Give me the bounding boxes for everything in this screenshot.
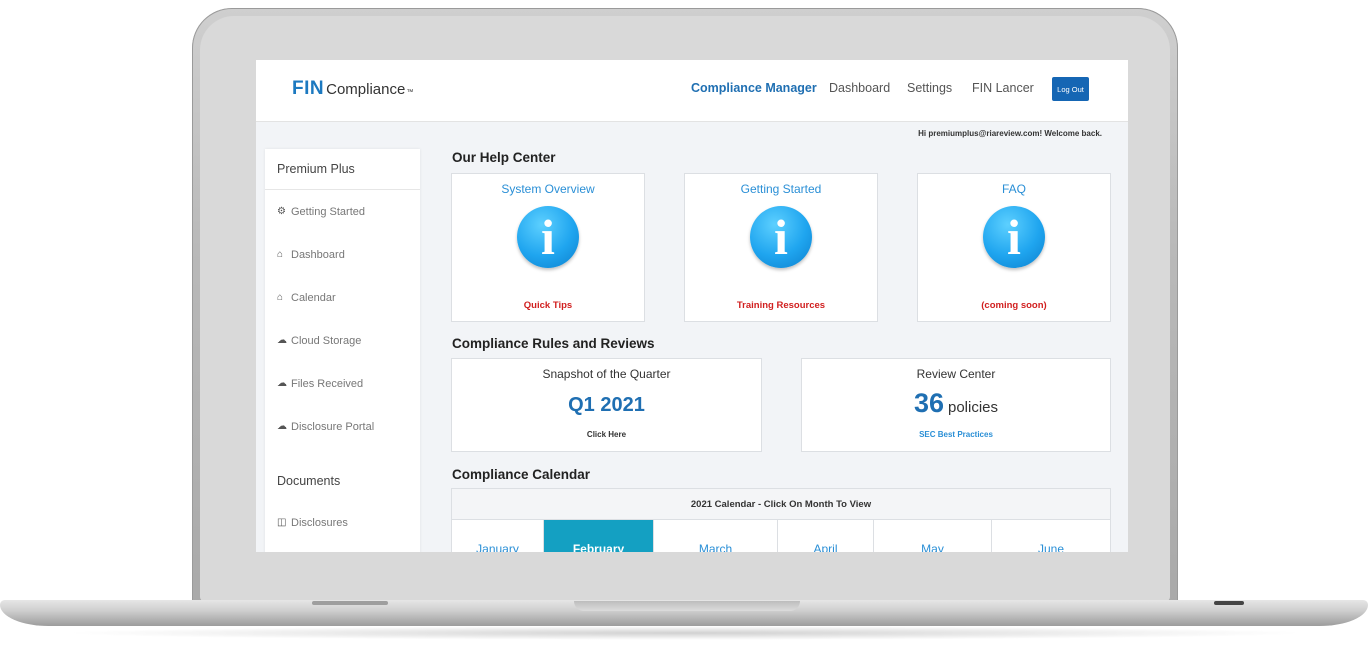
- help-card-subtitle[interactable]: Quick Tips: [452, 300, 644, 311]
- laptop-port-left: [312, 601, 388, 605]
- help-center-title: Our Help Center: [452, 150, 556, 165]
- sidebar-item-getting-started[interactable]: ⚙ Getting Started: [265, 190, 420, 233]
- help-card-subtitle: (coming soon): [981, 300, 1047, 311]
- snapshot-quarter-value[interactable]: Q1 2021: [452, 394, 761, 417]
- sidebar-item-label: Getting Started: [291, 205, 365, 218]
- logo-trademark: ™: [406, 89, 414, 96]
- laptop-port-right: [1214, 601, 1244, 605]
- info-icon[interactable]: i: [983, 206, 1045, 268]
- help-card-subtitle[interactable]: Training Resources: [685, 300, 877, 311]
- month-may[interactable]: May: [874, 520, 992, 552]
- month-april[interactable]: April: [778, 520, 874, 552]
- fin-compliance-logo[interactable]: FIN Compliance ™: [292, 78, 413, 100]
- app-screen: FIN Compliance ™ Compliance Manager Dash…: [256, 60, 1128, 552]
- sidebar-item-disclosures[interactable]: ◫ Disclosures: [265, 501, 420, 544]
- nav-compliance-manager[interactable]: Compliance Manager: [691, 81, 817, 95]
- cloud-icon: ☁: [277, 378, 287, 389]
- sec-best-practices-link[interactable]: SEC Best Practices: [802, 430, 1110, 439]
- nav-fin-lancer[interactable]: FIN Lancer: [972, 81, 1034, 95]
- month-june[interactable]: June: [992, 520, 1110, 552]
- calendar-section-title: Compliance Calendar: [452, 467, 591, 482]
- month-march[interactable]: March: [654, 520, 778, 552]
- sidebar-item-label: Calendar: [291, 291, 336, 304]
- snapshot-card[interactable]: Snapshot of the Quarter Q1 2021 Click He…: [451, 358, 762, 452]
- info-icon[interactable]: i: [750, 206, 812, 268]
- snapshot-click-here-link[interactable]: Click Here: [452, 430, 761, 439]
- policy-count-unit: policies: [948, 399, 999, 416]
- sidebar-item-disclosure-portal[interactable]: ☁ Disclosure Portal: [265, 405, 420, 448]
- calendar-month-tabs: January February March April May June: [452, 520, 1110, 552]
- sidebar-item-dashboard[interactable]: ⌂ Dashboard: [265, 233, 420, 276]
- sidebar-item-label: Files Received: [291, 377, 364, 390]
- laptop-hinge-notch: [574, 601, 800, 611]
- cloud-icon: ☁: [277, 335, 287, 346]
- help-card-system-overview[interactable]: System Overview i Quick Tips: [451, 173, 645, 322]
- home-icon: ⌂: [277, 292, 284, 303]
- compliance-calendar: 2021 Calendar - Click On Month To View J…: [451, 488, 1111, 552]
- sidebar-item-label: Disclosure Portal: [291, 420, 375, 433]
- month-february[interactable]: February: [544, 520, 654, 552]
- help-card-title[interactable]: System Overview: [452, 182, 644, 196]
- help-card-faq[interactable]: FAQ i (coming soon): [917, 173, 1111, 322]
- sidebar: Premium Plus ⚙ Getting Started ⌂ Dashboa…: [265, 149, 420, 552]
- logo-fin-text: FIN: [292, 78, 325, 99]
- logo-compliance-text: Compliance: [326, 81, 406, 98]
- sidebar-section-documents: Documents: [277, 474, 341, 488]
- review-center-title: Review Center: [916, 367, 996, 381]
- snapshot-title: Snapshot of the Quarter: [542, 367, 671, 381]
- laptop-shadow: [60, 626, 1310, 640]
- sidebar-item-calendar[interactable]: ⌂ Calendar: [265, 276, 420, 319]
- calendar-header: 2021 Calendar - Click On Month To View: [452, 489, 1110, 520]
- home-icon: ⌂: [277, 249, 284, 260]
- review-policy-count: 36 policies: [802, 388, 1110, 419]
- policy-count-number: 36: [913, 388, 944, 418]
- sidebar-item-files-received[interactable]: ☁ Files Received: [265, 362, 420, 405]
- help-card-title[interactable]: FAQ: [918, 182, 1110, 196]
- sidebar-section-premium-plus: Premium Plus: [265, 149, 420, 190]
- sidebar-item-label: Cloud Storage: [291, 334, 362, 347]
- help-card-title[interactable]: Getting Started: [685, 182, 877, 196]
- nav-dashboard[interactable]: Dashboard: [829, 81, 890, 95]
- sidebar-item-label: Disclosures: [291, 516, 348, 529]
- cloud-icon: ☁: [277, 421, 287, 432]
- logout-button[interactable]: Log Out: [1052, 77, 1089, 101]
- sidebar-item-label: Dashboard: [291, 248, 345, 261]
- welcome-message: Hi premiumplus@riareview.com! Welcome ba…: [918, 129, 1102, 138]
- info-icon[interactable]: i: [517, 206, 579, 268]
- sidebar-item-cloud-storage[interactable]: ☁ Cloud Storage: [265, 319, 420, 362]
- month-january[interactable]: January: [452, 520, 544, 552]
- top-navigation-bar: FIN Compliance ™ Compliance Manager Dash…: [256, 60, 1128, 122]
- nav-settings[interactable]: Settings: [907, 81, 952, 95]
- rules-section-title: Compliance Rules and Reviews: [452, 336, 655, 351]
- review-center-card[interactable]: Review Center 36 policies SEC Best Practi…: [801, 358, 1111, 452]
- help-card-getting-started[interactable]: Getting Started i Training Resources: [684, 173, 878, 322]
- gear-icon: ⚙: [277, 206, 286, 217]
- columns-icon: ◫: [277, 517, 287, 528]
